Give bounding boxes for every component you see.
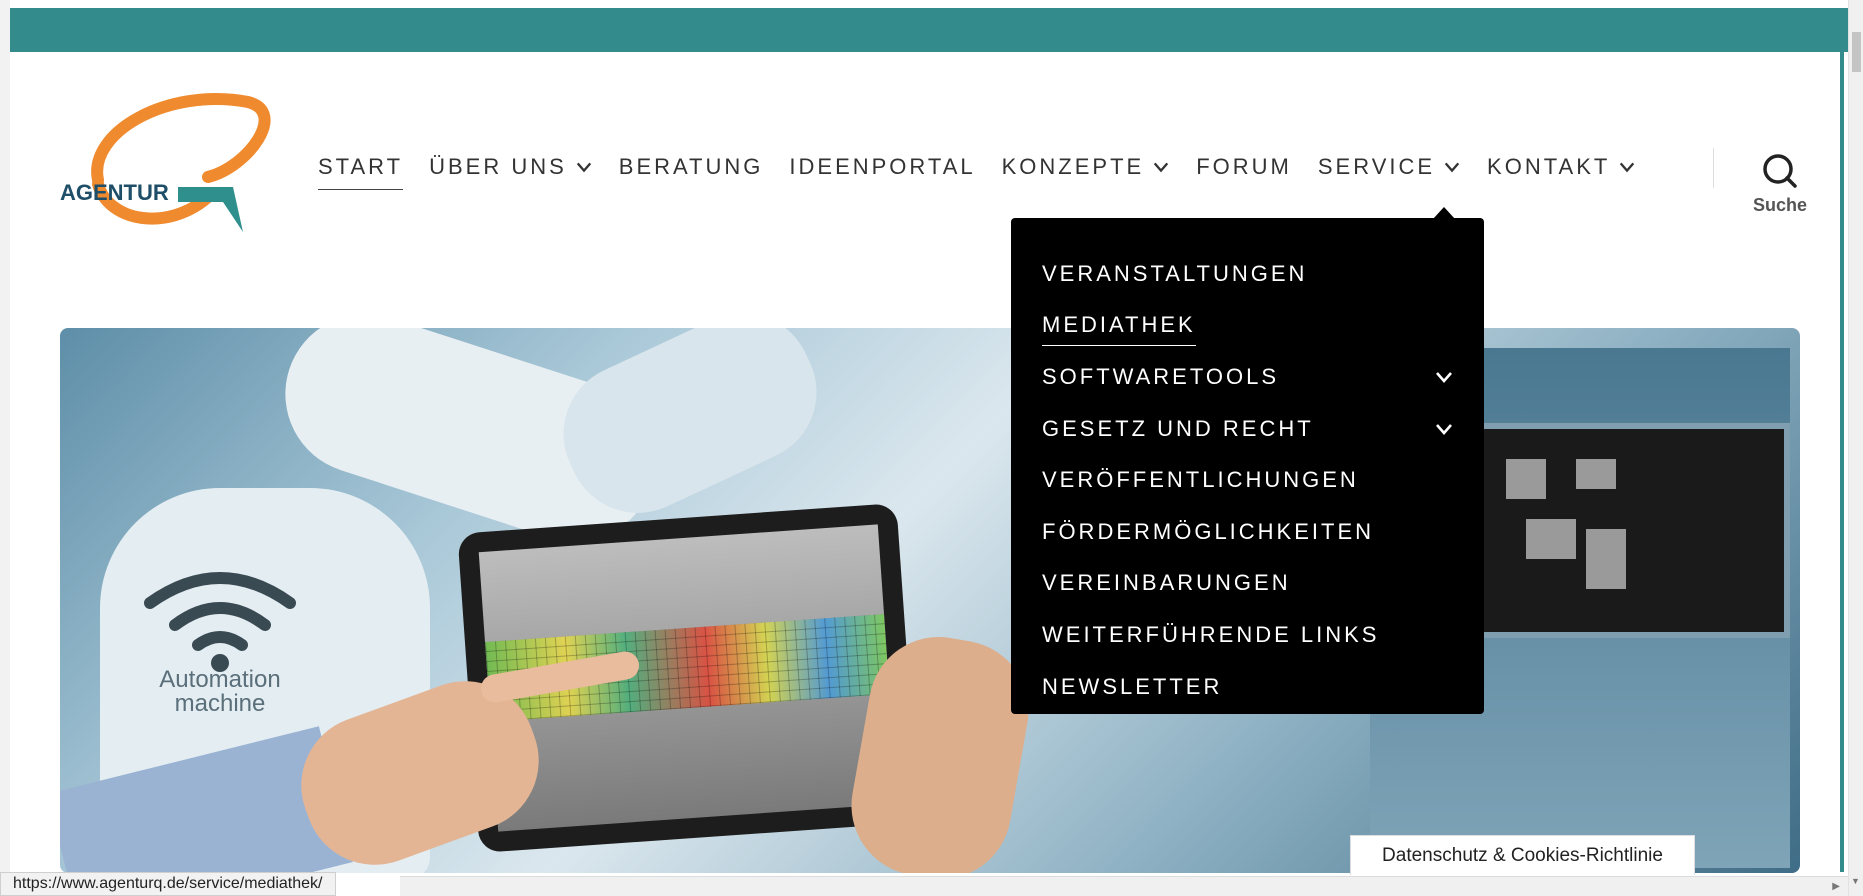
service-submenu: VERANSTALTUNGEN MEDIATHEK SOFTWARETOOLS … [1011,218,1484,714]
submenu-item-veranstaltungen[interactable]: VERANSTALTUNGEN [1011,248,1484,300]
submenu-item-vereinbarungen[interactable]: VEREINBARUNGEN [1011,558,1484,610]
nav-label: SERVICE [1317,154,1436,179]
chevron-down-icon[interactable] [1434,367,1454,387]
submenu-label: MEDIATHEK [1042,312,1196,347]
nav-item-ideenportal[interactable]: IDEENPORTAL [789,154,975,180]
nav-divider [1713,148,1714,188]
cookie-policy-button[interactable]: Datenschutz & Cookies-Richtlinie [1350,835,1695,875]
submenu-label: VERÖFFENTLICHUNGEN [1042,467,1359,493]
submenu-item-foerdermoeglichkeiten[interactable]: FÖRDERMÖGLICHKEITEN [1011,506,1484,558]
logo-text: AGENTUR [60,180,169,205]
hero-overlay-text: Automation machine [120,668,320,716]
submenu-item-newsletter[interactable]: NEWSLETTER [1011,661,1484,713]
submenu-label: VERANSTALTUNGEN [1042,260,1308,286]
nav-label: IDEENPORTAL [789,154,976,179]
submenu-item-softwaretools[interactable]: SOFTWARETOOLS [1011,351,1484,403]
top-color-bar [10,8,1850,52]
chevron-down-icon [576,162,591,173]
search-button[interactable]: Suche [1740,148,1820,218]
nav-item-konzepte[interactable]: KONZEPTE [1002,154,1171,180]
hero-text-line: machine [174,690,266,717]
submenu-label: SOFTWARETOOLS [1042,363,1280,389]
submenu-label: NEWSLETTER [1042,673,1223,699]
submenu-label: WEITERFÜHRENDE LINKS [1042,621,1380,647]
chevron-down-icon[interactable] [1434,419,1454,439]
nav-label: START [318,154,404,179]
nav-label: KONTAKT [1487,154,1611,179]
nav-label: ÜBER UNS [429,154,567,179]
submenu-label: GESETZ UND RECHT [1042,415,1314,441]
submenu-item-weiterfuehrende-links[interactable]: WEITERFÜHRENDE LINKS [1011,609,1484,661]
site-logo[interactable]: AGENTUR [58,92,278,242]
chevron-down-icon [1444,162,1460,173]
nav-item-ueber-uns[interactable]: ÜBER UNS [429,154,593,180]
page-border [1840,52,1844,872]
search-icon [1763,153,1797,188]
nav-label: BERATUNG [618,154,764,179]
scrollbar-thumb[interactable] [1852,32,1861,72]
submenu-label: FÖRDERMÖGLICHKEITEN [1042,518,1375,544]
main-navigation: START ÜBER UNS BERATUNG IDEENPORTAL KONZ… [318,150,1662,190]
nav-item-kontakt[interactable]: KONTAKT [1487,154,1636,180]
logo-graphic: AGENTUR [60,93,271,232]
nav-item-forum[interactable]: FORUM [1196,154,1292,180]
chevron-down-icon [1154,162,1169,173]
scroll-down-arrow-icon[interactable]: ▼ [1851,876,1860,886]
machine-screen [1460,423,1790,638]
nav-label: FORUM [1196,154,1292,179]
submenu-item-gesetz-und-recht[interactable]: GESETZ UND RECHT [1011,403,1484,455]
hero-text-line: Automation [159,666,281,693]
window-frame [0,0,10,896]
nav-item-beratung[interactable]: BERATUNG [619,154,764,180]
nav-item-start[interactable]: START [318,154,404,190]
submenu-item-veroeffentlichungen[interactable]: VERÖFFENTLICHUNGEN [1011,454,1484,506]
nav-label: KONZEPTE [1001,154,1145,179]
wifi-icon [144,572,296,672]
hero-image: Automation machine [60,328,1800,873]
horizontal-scrollbar[interactable]: ▶ [400,876,1848,896]
status-bar-url: https://www.agenturq.de/service/mediathe… [0,872,336,896]
nav-item-service[interactable]: SERVICE [1318,154,1461,180]
search-label: Suche [1752,194,1808,215]
submenu-label: VEREINBARUNGEN [1042,570,1291,596]
chevron-down-icon [1620,162,1635,173]
submenu-item-mediathek[interactable]: MEDIATHEK [1011,300,1484,352]
vertical-scrollbar[interactable]: ▼ [1848,0,1863,896]
scroll-right-arrow-icon[interactable]: ▶ [1832,881,1840,892]
